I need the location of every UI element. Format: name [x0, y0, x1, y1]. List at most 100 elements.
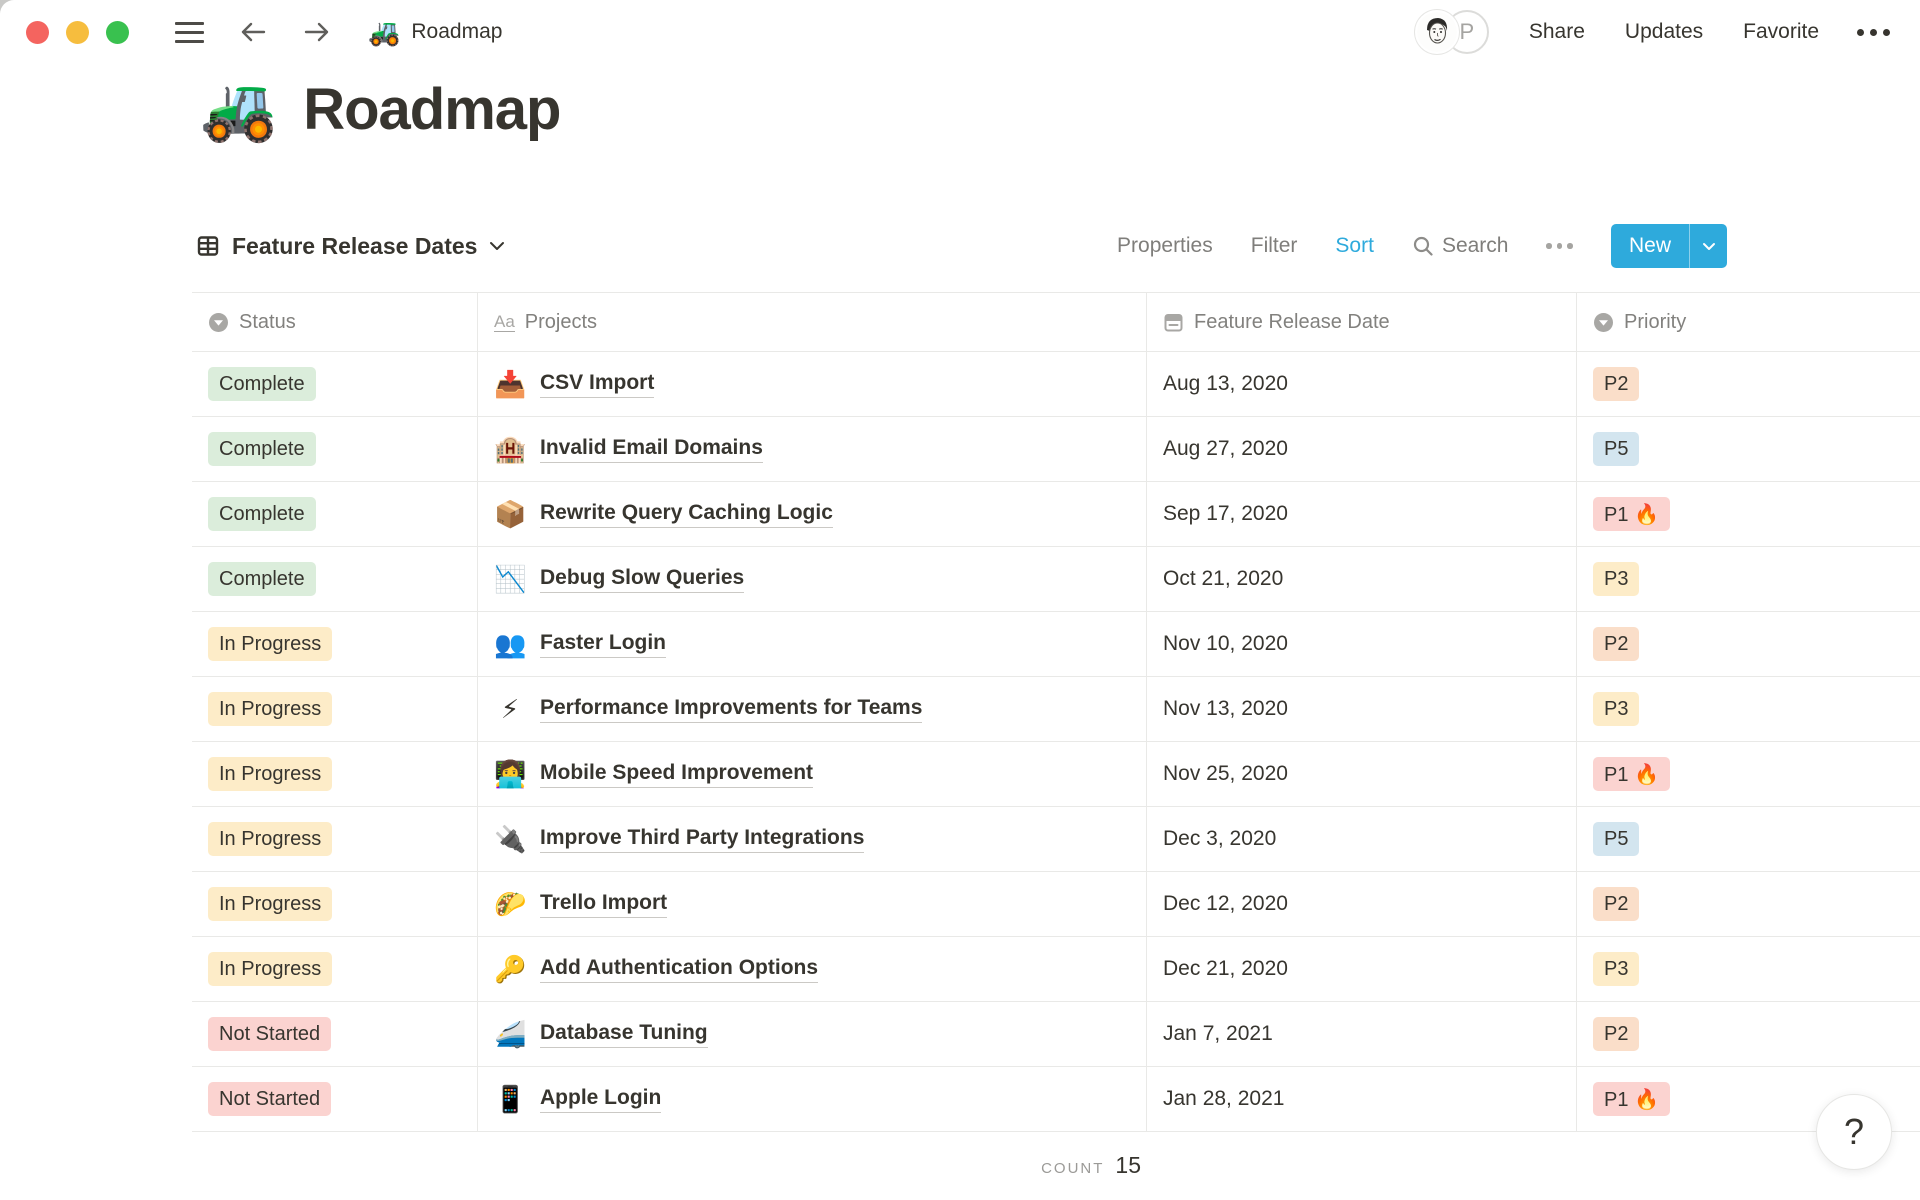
- status-badge[interactable]: Not Started: [208, 1082, 332, 1116]
- priority-badge[interactable]: P1 🔥: [1593, 757, 1670, 791]
- priority-badge[interactable]: P3: [1593, 692, 1640, 726]
- priority-badge[interactable]: P2: [1593, 1017, 1640, 1051]
- project-cell[interactable]: 📱 Apple Login: [478, 1067, 1147, 1131]
- column-header-priority[interactable]: Priority: [1577, 293, 1920, 351]
- close-window-button[interactable]: [26, 20, 49, 44]
- new-button-dropdown[interactable]: [1689, 224, 1727, 268]
- status-cell[interactable]: In Progress: [192, 612, 478, 676]
- forward-button[interactable]: [302, 20, 332, 44]
- priority-badge[interactable]: P3: [1593, 952, 1640, 986]
- status-cell[interactable]: Complete: [192, 352, 478, 416]
- status-cell[interactable]: In Progress: [192, 937, 478, 1001]
- status-cell[interactable]: In Progress: [192, 677, 478, 741]
- project-link[interactable]: Improve Third Party Integrations: [540, 826, 865, 853]
- priority-cell[interactable]: P2: [1577, 612, 1920, 676]
- filter-button[interactable]: Filter: [1251, 234, 1298, 258]
- project-link[interactable]: Apple Login: [540, 1086, 662, 1113]
- status-badge[interactable]: Not Started: [208, 1017, 332, 1051]
- date-cell[interactable]: Jan 28, 2021: [1147, 1067, 1577, 1131]
- breadcrumb[interactable]: 🚜 Roadmap: [368, 19, 502, 45]
- viewer-avatars[interactable]: P: [1414, 10, 1489, 54]
- date-cell[interactable]: Aug 27, 2020: [1147, 417, 1577, 481]
- status-badge[interactable]: In Progress: [208, 952, 333, 986]
- priority-cell[interactable]: P1 🔥: [1577, 482, 1920, 546]
- page-more-options-button[interactable]: [1857, 28, 1890, 36]
- column-header-status[interactable]: Status: [192, 293, 478, 351]
- page-title[interactable]: Roadmap: [303, 76, 561, 143]
- date-cell[interactable]: Dec 12, 2020: [1147, 872, 1577, 936]
- project-cell[interactable]: 🔑 Add Authentication Options: [478, 937, 1147, 1001]
- priority-badge[interactable]: P1 🔥: [1593, 497, 1670, 531]
- project-link[interactable]: Add Authentication Options: [540, 956, 819, 983]
- project-cell[interactable]: 🌮 Trello Import: [478, 872, 1147, 936]
- project-cell[interactable]: 🚄 Database Tuning: [478, 1002, 1147, 1066]
- priority-badge[interactable]: P5: [1593, 822, 1640, 856]
- page-emoji[interactable]: 🚜: [200, 78, 277, 141]
- status-cell[interactable]: Not Started: [192, 1067, 478, 1131]
- status-badge[interactable]: In Progress: [208, 887, 333, 921]
- sidebar-menu-button[interactable]: [175, 21, 204, 43]
- project-link[interactable]: Faster Login: [540, 631, 667, 658]
- view-more-options-button[interactable]: [1546, 243, 1573, 249]
- project-cell[interactable]: 👩‍💻 Mobile Speed Improvement: [478, 742, 1147, 806]
- priority-badge[interactable]: P2: [1593, 367, 1640, 401]
- date-cell[interactable]: Nov 10, 2020: [1147, 612, 1577, 676]
- status-badge[interactable]: In Progress: [208, 692, 333, 726]
- project-cell[interactable]: 👥 Faster Login: [478, 612, 1147, 676]
- status-badge[interactable]: In Progress: [208, 822, 333, 856]
- status-badge[interactable]: Complete: [208, 562, 316, 596]
- status-badge[interactable]: Complete: [208, 432, 316, 466]
- priority-cell[interactable]: P3: [1577, 677, 1920, 741]
- date-cell[interactable]: Nov 25, 2020: [1147, 742, 1577, 806]
- sort-button[interactable]: Sort: [1335, 234, 1374, 258]
- project-cell[interactable]: 🏨 Invalid Email Domains: [478, 417, 1147, 481]
- project-cell[interactable]: 📦 Rewrite Query Caching Logic: [478, 482, 1147, 546]
- priority-cell[interactable]: P3: [1577, 547, 1920, 611]
- project-link[interactable]: Rewrite Query Caching Logic: [540, 501, 833, 528]
- priority-cell[interactable]: P2: [1577, 872, 1920, 936]
- view-switcher[interactable]: Feature Release Dates: [196, 233, 505, 260]
- search-button[interactable]: Search: [1412, 234, 1508, 258]
- new-record-button[interactable]: New: [1610, 224, 1727, 268]
- project-link[interactable]: Invalid Email Domains: [540, 436, 763, 463]
- minimize-window-button[interactable]: [66, 20, 89, 44]
- help-button[interactable]: ?: [1816, 1094, 1892, 1170]
- date-cell[interactable]: Nov 13, 2020: [1147, 677, 1577, 741]
- priority-badge[interactable]: P1 🔥: [1593, 1082, 1670, 1116]
- date-cell[interactable]: Sep 17, 2020: [1147, 482, 1577, 546]
- priority-cell[interactable]: P2: [1577, 1002, 1920, 1066]
- priority-cell[interactable]: P3: [1577, 937, 1920, 1001]
- project-link[interactable]: Performance Improvements for Teams: [540, 696, 923, 723]
- status-badge[interactable]: In Progress: [208, 757, 333, 791]
- updates-button[interactable]: Updates: [1625, 20, 1703, 44]
- share-button[interactable]: Share: [1529, 20, 1585, 44]
- count-calculation[interactable]: COUNT 15: [192, 1152, 1147, 1179]
- project-link[interactable]: Trello Import: [540, 891, 668, 918]
- project-cell[interactable]: 🔌 Improve Third Party Integrations: [478, 807, 1147, 871]
- project-cell[interactable]: 📉 Debug Slow Queries: [478, 547, 1147, 611]
- status-badge[interactable]: Complete: [208, 497, 316, 531]
- date-cell[interactable]: Jan 7, 2021: [1147, 1002, 1577, 1066]
- status-badge[interactable]: In Progress: [208, 627, 333, 661]
- priority-badge[interactable]: P3: [1593, 562, 1640, 596]
- status-cell[interactable]: Complete: [192, 547, 478, 611]
- column-header-projects[interactable]: Aa Projects: [478, 293, 1147, 351]
- properties-button[interactable]: Properties: [1117, 234, 1213, 258]
- priority-cell[interactable]: P5: [1577, 807, 1920, 871]
- status-cell[interactable]: In Progress: [192, 872, 478, 936]
- project-cell[interactable]: ⚡ Performance Improvements for Teams: [478, 677, 1147, 741]
- priority-badge[interactable]: P5: [1593, 432, 1640, 466]
- date-cell[interactable]: Aug 13, 2020: [1147, 352, 1577, 416]
- project-cell[interactable]: 📥 CSV Import: [478, 352, 1147, 416]
- status-cell[interactable]: Not Started: [192, 1002, 478, 1066]
- status-cell[interactable]: In Progress: [192, 807, 478, 871]
- project-link[interactable]: Debug Slow Queries: [540, 566, 745, 593]
- date-cell[interactable]: Dec 3, 2020: [1147, 807, 1577, 871]
- priority-badge[interactable]: P2: [1593, 627, 1640, 661]
- priority-cell[interactable]: P2: [1577, 352, 1920, 416]
- back-button[interactable]: [238, 20, 268, 44]
- date-cell[interactable]: Dec 21, 2020: [1147, 937, 1577, 1001]
- status-cell[interactable]: In Progress: [192, 742, 478, 806]
- status-cell[interactable]: Complete: [192, 417, 478, 481]
- status-cell[interactable]: Complete: [192, 482, 478, 546]
